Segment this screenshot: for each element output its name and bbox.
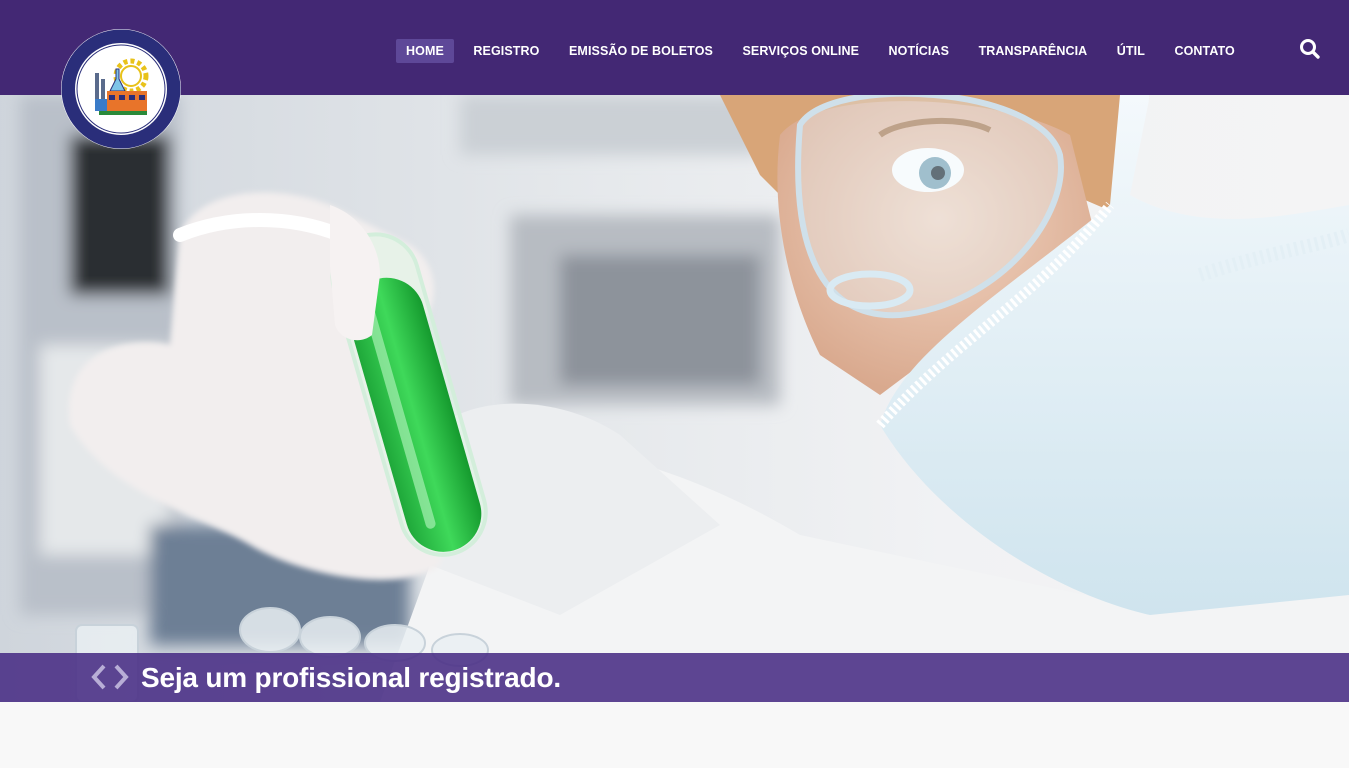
search-icon[interactable] <box>1298 37 1322 61</box>
slider-controls <box>89 663 131 691</box>
hero-slide-image <box>0 95 1349 702</box>
site-header: HOME REGISTRO EMISSÃO DE BOLETOS SERVIÇO… <box>0 0 1349 95</box>
nav-noticias[interactable]: NOTÍCIAS <box>879 39 960 63</box>
nav-contato[interactable]: CONTATO <box>1164 39 1244 63</box>
crq-seal-logo[interactable] <box>61 29 181 149</box>
nav-registro[interactable]: REGISTRO <box>463 39 549 63</box>
chevron-right-icon[interactable] <box>110 663 131 691</box>
page-content-area <box>0 702 1349 768</box>
scientist-test-tube-photo <box>0 95 1349 702</box>
nav-transparencia[interactable]: TRANSPARÊNCIA <box>969 39 1098 63</box>
crq-seal-icon <box>61 29 181 149</box>
nav-servicos-online[interactable]: SERVIÇOS ONLINE <box>732 39 869 63</box>
chevron-left-icon[interactable] <box>89 663 110 691</box>
nav-emissao-de-boletos[interactable]: EMISSÃO DE BOLETOS <box>559 39 723 63</box>
nav-home[interactable]: HOME <box>396 39 454 63</box>
slide-caption[interactable]: Seja um profissional registrado. <box>141 661 561 695</box>
slide-caption-bar: Seja um profissional registrado. <box>0 653 1349 702</box>
nav-util[interactable]: ÚTIL <box>1107 39 1155 63</box>
main-nav: HOME REGISTRO EMISSÃO DE BOLETOS SERVIÇO… <box>396 39 1254 63</box>
